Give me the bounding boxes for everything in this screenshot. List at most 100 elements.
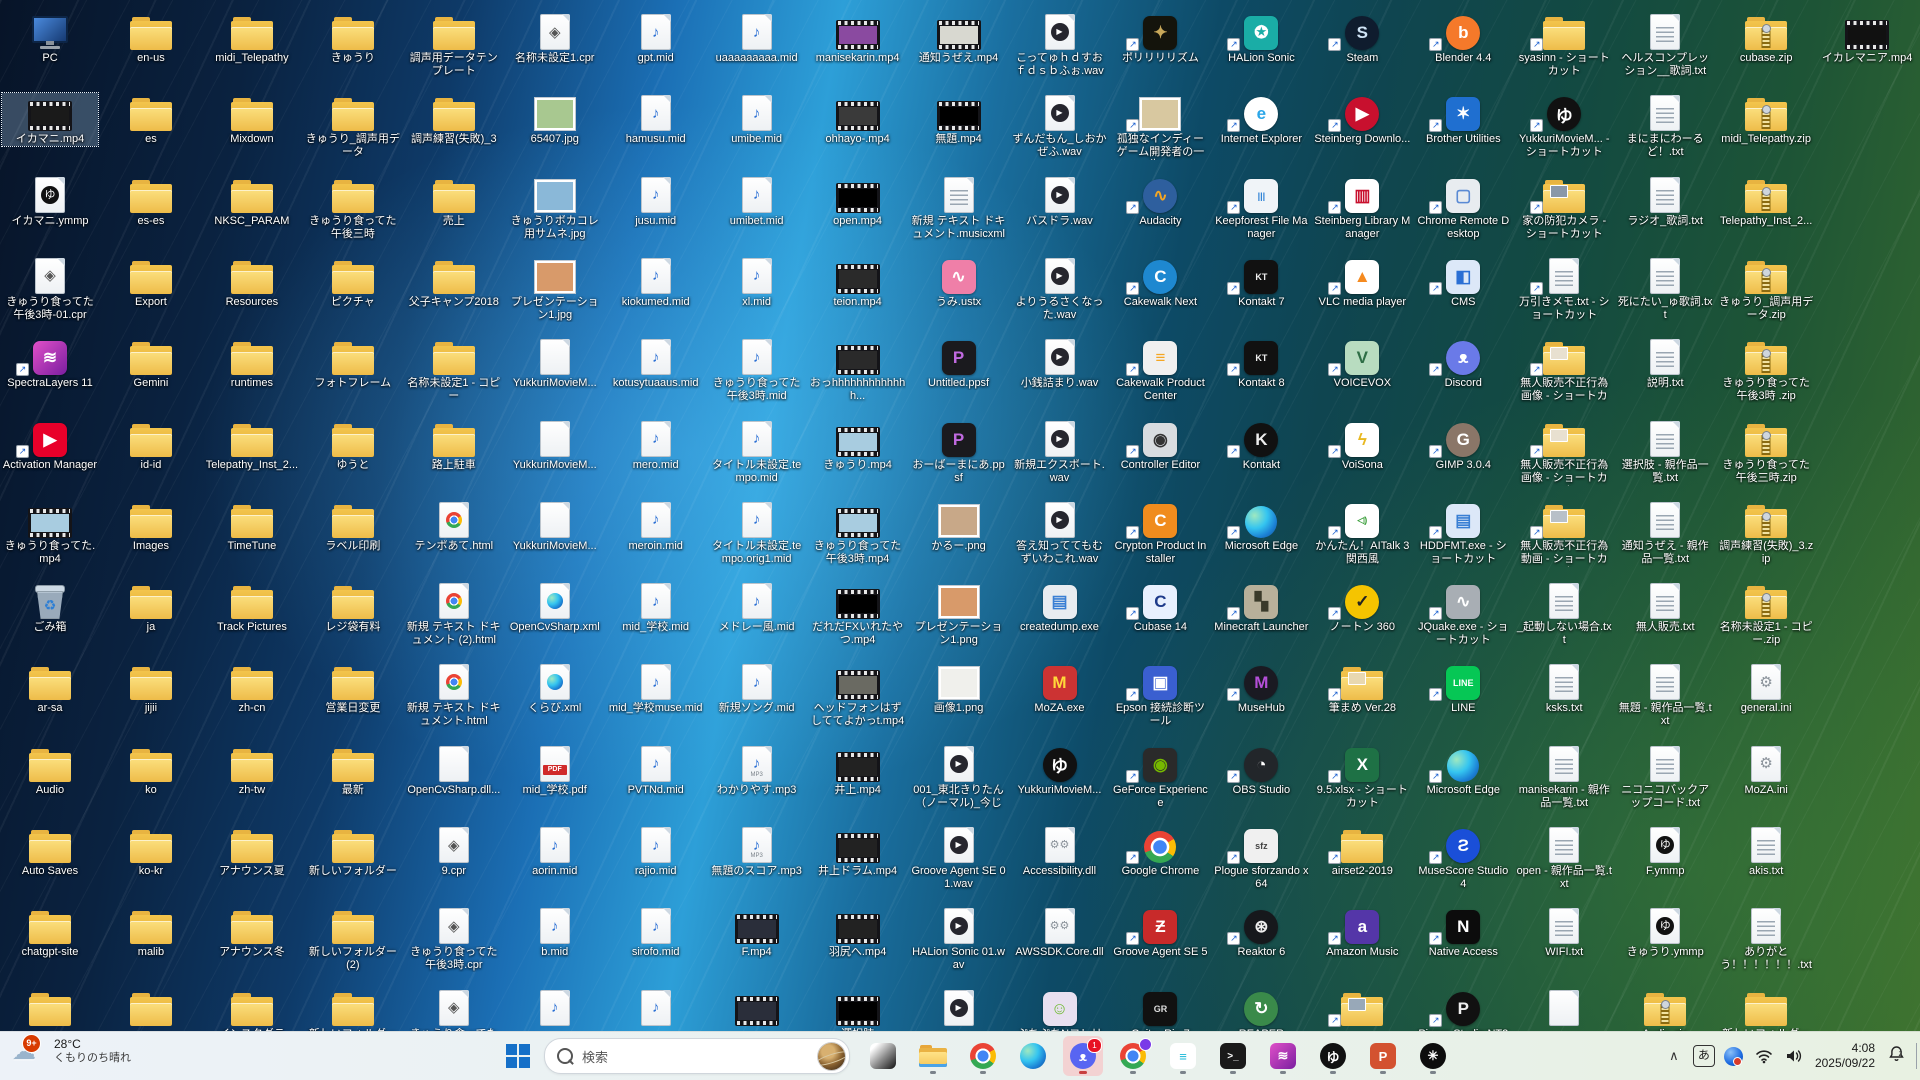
desktop-icon[interactable]: zh-tw bbox=[204, 744, 300, 797]
desktop-icon[interactable]: ↗ Microsoft Edge bbox=[1415, 744, 1511, 797]
desktop-icon[interactable]: K ↗ Kontakt bbox=[1213, 419, 1309, 472]
desktop-icon[interactable]: ♪ b.mid bbox=[507, 906, 603, 959]
taskbar-app-powerpoint[interactable]: P bbox=[1363, 1036, 1403, 1076]
desktop-icon[interactable]: ↗ bbox=[1314, 988, 1410, 1028]
desktop-icon[interactable]: Mixdown bbox=[204, 93, 300, 146]
desktop-icon[interactable]: ♪ rajio.mid bbox=[608, 825, 704, 878]
desktop-icon[interactable]: アナウンス夏 bbox=[204, 825, 300, 878]
desktop-icon[interactable]: Ƶ ↗ Groove Agent SE 5 bbox=[1112, 906, 1208, 959]
desktop-icon[interactable]: ゆ ↗ YukkuriMovieM... - ショートカット bbox=[1516, 93, 1612, 159]
desktop-icon[interactable]: プレゼンテーション1.jpg bbox=[507, 256, 603, 322]
desktop-icon[interactable]: 選択肢 - 親作品一覧.txt bbox=[1617, 419, 1713, 485]
desktop-icon[interactable]: b ↗ Blender 4.4 bbox=[1415, 12, 1511, 65]
desktop-icon[interactable]: ♪ umibet.mid bbox=[709, 175, 805, 228]
desktop-icon[interactable]: ♪ aorin.mid bbox=[507, 825, 603, 878]
desktop-icon[interactable]: 新規 テキスト ドキュメント (2).html bbox=[406, 581, 502, 647]
desktop-icon[interactable]: ♪ タイトル未設定.tempo.mid bbox=[709, 419, 805, 485]
desktop-icon[interactable]: ▶ こってゅｈｄすおｆｄｓｂふぉ.wav bbox=[1012, 12, 1108, 78]
desktop-icon[interactable]: P おーばーまにあ.ppsf bbox=[911, 419, 1007, 485]
desktop-icon[interactable]: 新しいフォルダー (2) bbox=[305, 906, 401, 972]
desktop-icon[interactable]: V ↗ VOICEVOX bbox=[1314, 337, 1410, 390]
desktop-icon[interactable]: ◈ 名称未設定1.cpr bbox=[507, 12, 603, 65]
desktop-icon[interactable]: manisekarin - 親作品一覧.txt bbox=[1516, 744, 1612, 810]
desktop-icon[interactable]: ♪ タイトル未設定.tempo.orig1.mid bbox=[709, 500, 805, 566]
desktop-icon[interactable]: ⚙ general.ini bbox=[1718, 662, 1814, 715]
desktop-icon[interactable]: ◉ ↗ Controller Editor bbox=[1112, 419, 1208, 472]
desktop-icon[interactable]: ♪ kotusytuaaus.mid bbox=[608, 337, 704, 390]
desktop-icon[interactable] bbox=[103, 988, 199, 1028]
desktop-icon[interactable]: ゆ イカマニ.ymmp bbox=[2, 175, 98, 228]
desktop-icon[interactable]: プレゼンテーション1.png bbox=[911, 581, 1007, 647]
desktop-icon[interactable]: ▶ HALion Sonic 01.wav bbox=[911, 906, 1007, 972]
desktop-icon[interactable]: ◧ ↗ CMS bbox=[1415, 256, 1511, 309]
desktop-icon[interactable]: cubase.zip bbox=[1718, 12, 1814, 65]
desktop-icon[interactable]: ∿ ↗ JQuake.exe - ショートカット bbox=[1415, 581, 1511, 647]
desktop-icon[interactable]: ♪MP3 わかりやす.mp3 bbox=[709, 744, 805, 797]
desktop-icon[interactable]: ゆ きゅうり.ymmp bbox=[1617, 906, 1713, 959]
desktop-icon[interactable]: ja bbox=[103, 581, 199, 634]
desktop-icon[interactable]: きゅうり食ってた午後3時.mp4 bbox=[810, 500, 906, 566]
desktop-icon[interactable]: ksks.txt bbox=[1516, 662, 1612, 715]
desktop-icon[interactable]: ▶ よりうるさくなった.wav bbox=[1012, 256, 1108, 322]
desktop-icon[interactable]: まにまにわーるど！.txt bbox=[1617, 93, 1713, 159]
desktop-icon[interactable]: P Untitled.ppsf bbox=[911, 337, 1007, 390]
taskbar-app-notes-app[interactable]: ≡ bbox=[1163, 1036, 1203, 1076]
desktop-icon[interactable]: 死にたい_ゅ歌詞.txt bbox=[1617, 256, 1713, 322]
desktop-icon[interactable]: テンポあて.html bbox=[406, 500, 502, 553]
desktop-icon[interactable]: sfz ↗ Plogue sforzando x64 bbox=[1213, 825, 1309, 891]
desktop-icon[interactable]: 営業日変更 bbox=[305, 662, 401, 715]
desktop-icon[interactable]: レジ袋有料 bbox=[305, 581, 401, 634]
desktop-icon[interactable]: Images bbox=[103, 500, 199, 553]
desktop-icon[interactable]: ↗ syasinn - ショートカット bbox=[1516, 12, 1612, 78]
desktop-icon[interactable]: ゆ F.ymmp bbox=[1617, 825, 1713, 878]
desktop-icon[interactable]: es-es bbox=[103, 175, 199, 228]
desktop-icon[interactable]: ≡ ↗ Cakewalk Product Center bbox=[1112, 337, 1208, 403]
desktop-icon[interactable]: PC bbox=[2, 12, 98, 65]
desktop-icon[interactable]: ↗ 無人販売不正行為動画 - ショートカット bbox=[1516, 500, 1612, 567]
desktop-icon[interactable]: ▶ bbox=[911, 988, 1007, 1028]
desktop-icon[interactable]: ▤ ↗ HDDFMT.exe - ショートカット bbox=[1415, 500, 1511, 566]
desktop-icon[interactable]: かるー.png bbox=[911, 500, 1007, 553]
desktop-icon[interactable]: KT ↗ Kontakt 7 bbox=[1213, 256, 1309, 309]
desktop-icon[interactable]: ko bbox=[103, 744, 199, 797]
desktop-icon[interactable]: ko-kr bbox=[103, 825, 199, 878]
desktop-icon[interactable]: ↗ 孤独なインディーゲーム開発者の一生 ... bbox=[1112, 93, 1208, 160]
desktop-icon[interactable]: ゆうと bbox=[305, 419, 401, 472]
desktop-icon[interactable]: ▥ ↗ Steinberg Library Manager bbox=[1314, 175, 1410, 241]
desktop-icon[interactable]: きゅうり食ってた午後三時.zip bbox=[1718, 419, 1814, 485]
desktop-icon[interactable]: ♪ mid_学校.mid bbox=[608, 581, 704, 634]
desktop-icon[interactable]: S ↗ Steam bbox=[1314, 12, 1410, 65]
desktop-icon[interactable]: Track Pictures bbox=[204, 581, 300, 634]
desktop-icon[interactable]: ↗ airset2-2019 bbox=[1314, 825, 1410, 878]
desktop-icon[interactable]: ⚙⚙ Accessibility.dll bbox=[1012, 825, 1108, 878]
desktop-icon[interactable]: ≋ ↗ SpectraLayers 11 bbox=[2, 337, 98, 390]
desktop-icon[interactable]: LINE ↗ LINE bbox=[1415, 662, 1511, 715]
desktop-icon[interactable]: ▤ createdump.exe bbox=[1012, 581, 1108, 634]
desktop-icon[interactable]: だれだFXいれたやつ.mp4 bbox=[810, 581, 906, 647]
desktop-icon[interactable]: きゅうり.mp4 bbox=[810, 419, 906, 472]
desktop-icon[interactable]: 新規 テキスト ドキュメント.html bbox=[406, 662, 502, 728]
desktop-icon[interactable]: M MoZA.exe bbox=[1012, 662, 1108, 715]
desktop-icon[interactable]: OpenCvSharp.dll... bbox=[406, 744, 502, 797]
desktop-icon[interactable]: G ↗ GIMP 3.0.4 bbox=[1415, 419, 1511, 472]
desktop-icon[interactable]: 通知うぜえ - 親作品一覧.txt bbox=[1617, 500, 1713, 566]
desktop-icon[interactable]: ▢ ↗ Chrome Remote Desktop bbox=[1415, 175, 1511, 241]
desktop-icon[interactable]: ▶ 新規エクスポート.wav bbox=[1012, 419, 1108, 485]
desktop-icon[interactable]: manisekarin.mp4 bbox=[810, 12, 906, 65]
desktop-icon[interactable]: 羽尻へ.mp4 bbox=[810, 906, 906, 959]
taskbar-app-file-explorer[interactable] bbox=[913, 1036, 953, 1076]
desktop-icon[interactable]: 調声練習(失敗)_3.zip bbox=[1718, 500, 1814, 566]
taskbar-app-spectralayers[interactable]: ≋ bbox=[1263, 1036, 1303, 1076]
desktop-icon[interactable]: NKSC_PARAM bbox=[204, 175, 300, 228]
desktop-icon[interactable]: Telepathy_Inst_2... bbox=[1718, 175, 1814, 228]
taskbar-app-microsoft-edge[interactable] bbox=[1013, 1036, 1053, 1076]
desktop-icon[interactable]: ♪ uaaaaaaaaa.mid bbox=[709, 12, 805, 65]
desktop-icon[interactable]: ♪ 新規ソング.mid bbox=[709, 662, 805, 715]
desktop-icon[interactable]: id-id bbox=[103, 419, 199, 472]
desktop-icon[interactable]: ar-sa bbox=[2, 662, 98, 715]
desktop-icon[interactable]: ↗ Google Chrome bbox=[1112, 825, 1208, 878]
desktop-icon[interactable]: ||| ↗ Keepforest File Manager bbox=[1213, 175, 1309, 241]
tray-blue-sphere-icon[interactable] bbox=[1719, 1036, 1749, 1076]
desktop-icon[interactable]: PDF mid_学校.pdf bbox=[507, 744, 603, 797]
desktop-icon[interactable]: es bbox=[103, 93, 199, 146]
